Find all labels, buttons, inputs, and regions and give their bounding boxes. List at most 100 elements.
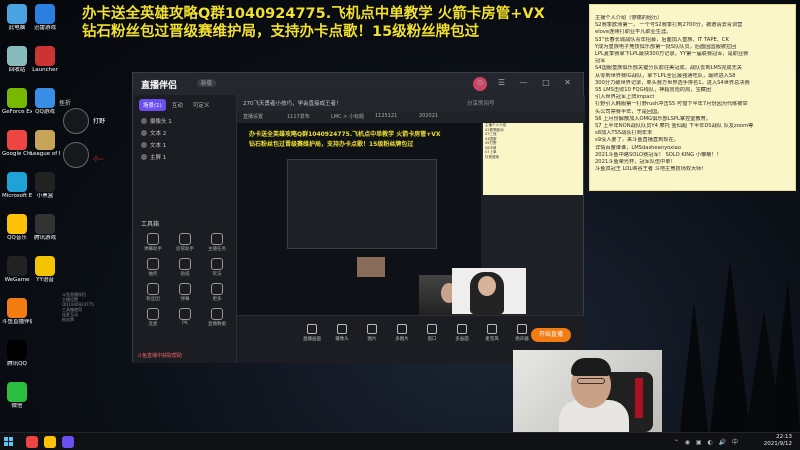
sticky-line: 详情百度谁谁，LMSdasheanyoxiao <box>595 144 682 151</box>
desktop-icon[interactable]: 此电脑 <box>2 4 32 32</box>
sticky-line: 冠军 <box>595 58 606 65</box>
source-button[interactable]: 多图片 <box>387 324 417 342</box>
app-icon <box>7 256 27 276</box>
scene-item[interactable]: 摄像头 1 <box>133 115 236 127</box>
eye-icon[interactable] <box>141 130 147 136</box>
desktop-icon-label: 腾讯QQ <box>7 361 27 367</box>
desktop-icon-label: QQ音乐 <box>7 235 27 241</box>
version-badge[interactable]: 新版 <box>197 79 217 87</box>
source-button[interactable]: 摄像头 <box>327 324 357 342</box>
scene-tabs: 场景(1) 互动 可定义 <box>133 95 236 115</box>
toolbox-grid: 弹幕助手 房管助手 主播任务抽奖 贴纸 玩法粉丝团 弹幕 更多连麦 PK 直播数据 <box>137 233 233 327</box>
desktop-icon[interactable]: 小黑盒 <box>30 172 60 200</box>
feather-icon[interactable] <box>63 108 89 134</box>
source-button[interactable]: 图片 <box>357 324 387 342</box>
eye-icon[interactable] <box>141 118 147 124</box>
desktop-icon[interactable]: QQ音乐 <box>2 214 32 242</box>
source-button[interactable]: 麦克风 <box>477 324 507 342</box>
app-icon <box>7 46 27 66</box>
tool-item[interactable]: 更多 <box>201 283 233 302</box>
scene-item[interactable]: 文本 2 <box>133 127 236 139</box>
desktop-icon[interactable]: 斗鱼直播伴侣 <box>2 298 32 326</box>
desktop-icon[interactable]: QQ游戏 <box>30 88 60 116</box>
source-button[interactable]: 窗口 <box>417 324 447 342</box>
folder-taskbar-icon[interactable] <box>44 436 56 448</box>
tool-item[interactable]: 贴纸 <box>169 258 201 277</box>
scene-item[interactable]: 主屏 1 <box>133 151 236 163</box>
sticky-line: 头公司禁赛半年，于是回国。 <box>595 108 663 115</box>
source-icon <box>427 324 437 334</box>
preview-overlay-line-2: 钻石粉丝包过晋级赛维护局，支持办卡点歌！15级粉丝牌包过 <box>249 141 414 148</box>
tool-item[interactable]: 弹幕 <box>169 283 201 302</box>
tool-label: 连麦 <box>148 322 158 327</box>
source-button[interactable]: 扬声器 <box>507 324 537 342</box>
tool-item[interactable]: 弹幕助手 <box>137 233 169 252</box>
source-label: 窗口 <box>427 337 437 342</box>
desktop-icon[interactable]: League of Legends <box>30 130 60 158</box>
tool-item[interactable]: 房管助手 <box>169 233 201 252</box>
desktop-icon-label: Launcher <box>32 67 58 73</box>
desktop-icon[interactable]: Launcher <box>30 46 60 74</box>
desktop-icon-label: WeGame <box>4 277 30 283</box>
source-icon <box>457 324 467 334</box>
forest-silhouette <box>680 260 800 432</box>
streaming-app-window: 直播伴侣 新版 ⊙ ☰ — □ ✕ 场景(1) 互动 可定义 摄像头 1 文本 2 文本… <box>132 72 585 363</box>
scene-label: 文本 1 <box>150 143 167 149</box>
clock-time: 22:13 <box>776 434 792 440</box>
source-button[interactable]: 多画面 <box>447 324 477 342</box>
tab-0[interactable]: 场景(1) <box>139 99 166 111</box>
help-notice[interactable]: 斗鱼直播中获取帮助 <box>137 352 182 359</box>
desktop-icon[interactable]: 微信 <box>2 382 32 410</box>
tool-item[interactable]: 抽奖 <box>137 258 169 277</box>
info-item[interactable]: 202021 <box>419 113 438 119</box>
scene-label: 文本 2 <box>150 131 167 137</box>
tool-item[interactable]: PK <box>169 308 201 327</box>
chrome-taskbar-icon[interactable] <box>26 436 38 448</box>
stream-title[interactable]: 270飞天勇者小技巧，学会直接成王者！ <box>243 99 342 107</box>
tool-item[interactable]: 连麦 <box>137 308 169 327</box>
app-icon <box>35 256 55 276</box>
tool-icon <box>211 258 223 270</box>
tab-1[interactable]: 互动 <box>168 99 187 111</box>
desktop-icon-label: Microsoft Edge <box>2 193 32 199</box>
streaming-app-taskbar-icon[interactable] <box>62 436 74 448</box>
desktop-icon[interactable]: YY语音 <box>30 256 60 284</box>
desktop-icon[interactable]: WeGame <box>2 256 32 284</box>
desktop-icon[interactable]: 迅雷游戏 <box>30 4 60 32</box>
tool-item[interactable]: 玩法 <box>201 258 233 277</box>
tool-label: 更多 <box>212 297 222 302</box>
source-label: 扬声器 <box>515 337 529 342</box>
scene-item[interactable]: 文本 1 <box>133 139 236 151</box>
taskbar-clock[interactable]: 22:13 2021/9/12 <box>764 434 792 448</box>
tool-item[interactable]: 主播任务 <box>201 233 233 252</box>
desktop-icon[interactable]: 回收站 <box>2 46 32 74</box>
info-item[interactable]: LMC > 小标题 <box>331 113 364 120</box>
info-item[interactable]: 1125121 <box>375 113 397 119</box>
desktop-icon[interactable]: GeForce Experience <box>2 88 32 116</box>
app-icon <box>35 4 55 24</box>
windows-start-icon[interactable] <box>4 437 14 447</box>
desktop-icon[interactable]: 腾讯游戏 <box>30 214 60 242</box>
source-button[interactable]: 直播画面 <box>297 324 327 342</box>
tool-item[interactable]: 直播数据 <box>201 308 233 327</box>
desktop-icon[interactable]: Microsoft Edge <box>2 172 32 200</box>
floating-widget[interactable]: 打野 挫折 小~ <box>57 96 123 176</box>
tab-2[interactable]: 可定义 <box>189 99 214 111</box>
window-controls[interactable]: ⊙ ☰ — □ ✕ <box>477 78 577 87</box>
eye-icon[interactable] <box>141 142 147 148</box>
sticky-note: 主播个人介绍（惨痛的经历） S2赛季欧洲第一， 一个号S2赛季打到2700分，被邀… <box>589 4 796 191</box>
app-logo: 直播伴侣 <box>141 81 178 91</box>
share-room[interactable]: 分享房间号 <box>467 99 495 107</box>
tool-item[interactable]: 粉丝团 <box>137 283 169 302</box>
eye-icon[interactable] <box>141 154 147 160</box>
info-item[interactable]: 直播设置 <box>243 113 263 120</box>
desktop-icon[interactable]: 腾讯QQ <box>2 340 32 368</box>
scene-label: 主屏 1 <box>150 155 167 161</box>
pen-icon[interactable] <box>63 142 89 168</box>
desktop-icon[interactable]: Google Chrome <box>2 130 32 158</box>
app-icon <box>7 88 27 108</box>
sticky-line: s9没人要了，来斗鱼直播直到现在。 <box>595 137 679 144</box>
info-item[interactable]: 1117发布 <box>287 113 310 120</box>
taskbar: ⌃ ◉ ▣ ◐ 🔊 中 22:13 2021/9/12 <box>0 432 800 450</box>
system-tray[interactable]: ⌃ ◉ ▣ ◐ 🔊 中 <box>674 437 740 446</box>
